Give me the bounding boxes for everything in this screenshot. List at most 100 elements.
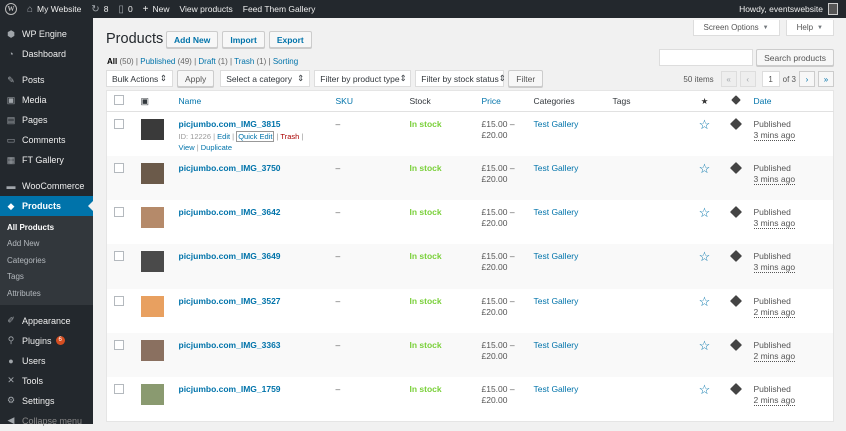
submenu-categories[interactable]: Categories bbox=[0, 252, 93, 269]
view-trash[interactable]: Trash bbox=[234, 57, 254, 66]
product-type-icon bbox=[729, 383, 743, 396]
price-column-header[interactable]: Price bbox=[477, 90, 530, 112]
feed-gallery-link[interactable]: Feed Them Gallery bbox=[238, 0, 321, 18]
site-name-link[interactable]: ⌂ My Website bbox=[22, 0, 86, 18]
product-name-link[interactable]: picjumbo.com_IMG_3527 bbox=[179, 296, 328, 306]
apply-button[interactable]: Apply bbox=[177, 70, 215, 87]
next-page-button[interactable]: › bbox=[799, 71, 815, 87]
featured-star-icon[interactable]: ☆ bbox=[699, 161, 711, 176]
product-thumbnail[interactable] bbox=[140, 162, 164, 184]
view-link[interactable]: View bbox=[179, 143, 195, 152]
stock-status-select[interactable]: Filter by stock status ⇕ bbox=[415, 70, 506, 87]
menu-appearance[interactable]: ✐ Appearance bbox=[0, 311, 93, 331]
product-name-link[interactable]: picjumbo.com_IMG_3363 bbox=[179, 340, 328, 350]
menu-products[interactable]: ◆ Products bbox=[0, 196, 93, 216]
menu-posts[interactable]: ✎ Posts bbox=[0, 70, 93, 90]
row-checkbox[interactable] bbox=[114, 384, 124, 395]
search-input[interactable] bbox=[659, 49, 754, 66]
collapse-menu[interactable]: ◀ Collapse menu bbox=[0, 411, 93, 431]
import-button[interactable]: Import bbox=[222, 31, 265, 48]
product-name-link[interactable]: picjumbo.com_IMG_1759 bbox=[179, 384, 328, 394]
trash-link[interactable]: Trash bbox=[280, 132, 299, 141]
featured-star-icon[interactable]: ☆ bbox=[699, 249, 711, 264]
menu-ft-gallery[interactable]: ▦ FT Gallery bbox=[0, 150, 93, 170]
product-name-link[interactable]: picjumbo.com_IMG_3649 bbox=[179, 251, 328, 261]
submenu-tags[interactable]: Tags bbox=[0, 269, 93, 286]
search-products-button[interactable]: Search products bbox=[756, 49, 834, 66]
new-content-link[interactable]: + New bbox=[138, 0, 175, 18]
product-thumbnail[interactable] bbox=[140, 339, 164, 361]
comments-link[interactable]: ▯ 0 bbox=[113, 0, 137, 18]
add-new-button[interactable]: Add New bbox=[166, 31, 219, 48]
product-name-link[interactable]: picjumbo.com_IMG_3815 bbox=[179, 119, 328, 129]
quick-edit-link[interactable]: Quick Edit bbox=[236, 131, 275, 142]
price-cell: £15.00 – £20.00 bbox=[477, 332, 530, 378]
tags-cell bbox=[609, 200, 687, 244]
menu-users[interactable]: ● Users bbox=[0, 351, 93, 371]
edit-link[interactable]: Edit bbox=[217, 132, 230, 141]
featured-star-icon[interactable]: ☆ bbox=[699, 338, 711, 353]
submenu-attributes[interactable]: Attributes bbox=[0, 285, 93, 302]
account-menu[interactable]: Howdy, eventswebsite bbox=[739, 3, 846, 15]
menu-plugins[interactable]: ⚲ Plugins 6 bbox=[0, 331, 93, 351]
view-all[interactable]: All bbox=[107, 57, 117, 66]
featured-star-icon[interactable]: ☆ bbox=[699, 205, 711, 220]
featured-star-icon[interactable]: ☆ bbox=[699, 382, 711, 397]
view-published[interactable]: Published bbox=[140, 57, 175, 66]
submenu-add-new[interactable]: Add New bbox=[0, 236, 93, 253]
export-button[interactable]: Export bbox=[268, 31, 312, 48]
name-column-header[interactable]: Name bbox=[174, 90, 332, 112]
product-name-link[interactable]: picjumbo.com_IMG_3642 bbox=[179, 207, 328, 217]
row-checkbox[interactable] bbox=[114, 162, 124, 173]
last-page-button[interactable]: » bbox=[818, 71, 834, 87]
menu-tools[interactable]: ✕ Tools bbox=[0, 371, 93, 391]
menu-woocommerce[interactable]: ▬ WooCommerce bbox=[0, 176, 93, 196]
menu-dashboard[interactable]: ◔ Dashboard bbox=[0, 44, 93, 64]
row-checkbox[interactable] bbox=[114, 119, 124, 129]
row-checkbox[interactable] bbox=[114, 207, 124, 218]
submenu-all-products[interactable]: All Products bbox=[0, 219, 93, 236]
view-draft[interactable]: Draft bbox=[198, 57, 215, 66]
featured-star-icon[interactable]: ☆ bbox=[699, 117, 711, 132]
menu-wp-engine[interactable]: ⬢ WP Engine bbox=[0, 24, 93, 44]
product-thumbnail[interactable] bbox=[140, 251, 164, 273]
category-link[interactable]: Test Gallery bbox=[534, 340, 579, 350]
filter-button[interactable]: Filter bbox=[508, 70, 544, 87]
bulk-actions-select[interactable]: Bulk Actions ⇕ bbox=[106, 70, 173, 87]
row-checkbox[interactable] bbox=[114, 251, 124, 262]
product-type-select[interactable]: Filter by product type ⇕ bbox=[314, 70, 412, 87]
menu-pages[interactable]: ▤ Pages bbox=[0, 110, 93, 130]
select-all-checkbox[interactable] bbox=[114, 95, 124, 105]
product-thumbnail[interactable] bbox=[140, 119, 164, 140]
product-thumbnail[interactable] bbox=[140, 207, 164, 229]
category-select[interactable]: Select a category ⇕ bbox=[220, 70, 311, 87]
products-icon: ◆ bbox=[7, 200, 15, 211]
product-name-link[interactable]: picjumbo.com_IMG_3750 bbox=[179, 163, 328, 173]
menu-settings[interactable]: ⚙ Settings bbox=[0, 391, 93, 411]
menu-media[interactable]: ▣ Media bbox=[0, 90, 93, 110]
row-checkbox[interactable] bbox=[114, 295, 124, 306]
category-link[interactable]: Test Gallery bbox=[534, 207, 579, 217]
pagination: 50 items « ‹ 1 of 3 › » bbox=[683, 71, 834, 87]
product-thumbnail[interactable] bbox=[140, 384, 164, 406]
category-link[interactable]: Test Gallery bbox=[534, 384, 579, 394]
current-page-input[interactable]: 1 bbox=[761, 71, 780, 87]
date-column-header[interactable]: Date bbox=[749, 90, 834, 112]
category-link[interactable]: Test Gallery bbox=[534, 119, 579, 129]
category-link[interactable]: Test Gallery bbox=[534, 163, 579, 173]
category-link[interactable]: Test Gallery bbox=[534, 251, 579, 261]
sku-column-header[interactable]: SKU bbox=[331, 90, 406, 112]
menu-comments[interactable]: ▭ Comments bbox=[0, 130, 93, 150]
screen-options-tab[interactable]: Screen Options ▼ bbox=[692, 20, 780, 36]
view-sorting[interactable]: Sorting bbox=[273, 57, 298, 66]
wordpress-logo-button[interactable]: W bbox=[0, 0, 22, 18]
featured-star-icon[interactable]: ☆ bbox=[699, 294, 711, 309]
updates-link[interactable]: ↻ 8 bbox=[86, 0, 113, 18]
help-tab[interactable]: Help ▼ bbox=[785, 20, 834, 36]
featured-star-icon[interactable]: ★ bbox=[701, 96, 709, 106]
duplicate-link[interactable]: Duplicate bbox=[201, 143, 232, 152]
product-thumbnail[interactable] bbox=[140, 295, 164, 317]
view-products-link[interactable]: View products bbox=[175, 0, 238, 18]
row-checkbox[interactable] bbox=[114, 339, 124, 350]
category-link[interactable]: Test Gallery bbox=[534, 296, 579, 306]
